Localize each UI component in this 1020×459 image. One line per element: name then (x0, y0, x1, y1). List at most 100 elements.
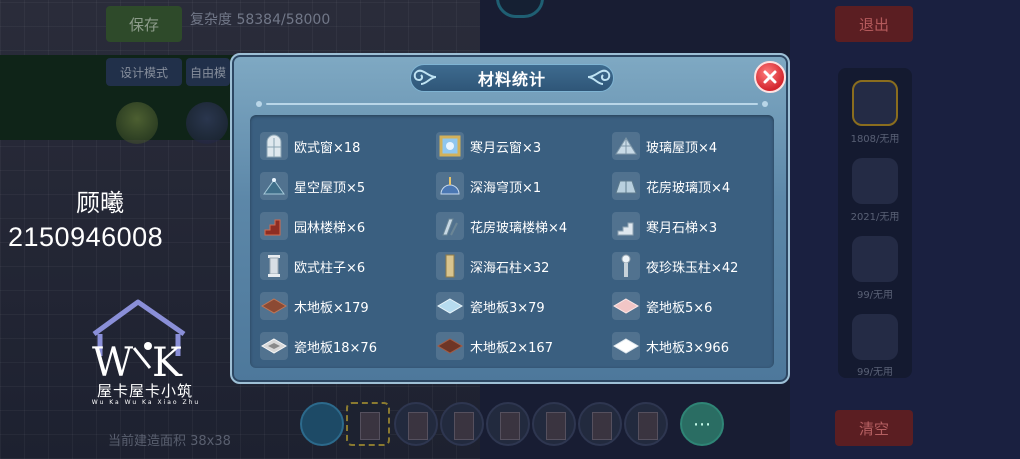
material-item: 园林楼梯×6 (260, 210, 365, 242)
material-label: 木地板3×966 (646, 340, 729, 356)
door-icon (500, 412, 520, 440)
close-button[interactable] (754, 61, 786, 93)
material-item: 木地板2×167 (436, 330, 553, 362)
design-mode-button[interactable]: 设计模式 (106, 58, 182, 86)
complexity-readout: 复杂度 58384/58000 (190, 12, 331, 28)
dome-icon (436, 172, 464, 200)
tile-floor-pink-icon (612, 292, 640, 320)
build-area-text: 当前建造面积 38x38 (108, 434, 231, 449)
material-label: 星空屋顶×5 (294, 180, 366, 196)
door-icon (638, 412, 658, 440)
material-item: 玻璃屋顶×4 (612, 130, 717, 162)
dock-slot[interactable] (852, 236, 898, 282)
material-label: 深海穹顶×1 (470, 180, 542, 196)
day-mode-icon[interactable] (116, 102, 158, 144)
star-roof-icon (260, 172, 288, 200)
material-item: 深海石柱×32 (436, 250, 549, 282)
material-label: 欧式柱子×6 (294, 260, 366, 276)
material-label: 寒月石梯×3 (646, 220, 718, 236)
door-slot[interactable] (440, 402, 484, 446)
exit-button[interactable]: 退出 (835, 6, 913, 42)
stone-stairs-icon (612, 212, 640, 240)
bottom-toolbar: ⋯ (300, 402, 730, 450)
watermark-name: 顾曦 (76, 189, 124, 217)
material-item: 星空屋顶×5 (260, 170, 365, 202)
material-item: 欧式窗×18 (260, 130, 360, 162)
door-slot[interactable] (532, 402, 576, 446)
material-item: 瓷地板18×76 (260, 330, 377, 362)
material-label: 花房玻璃楼梯×4 (470, 220, 568, 236)
material-label: 玻璃屋顶×4 (646, 140, 718, 156)
material-item: 瓷地板5×6 (612, 290, 712, 322)
save-button[interactable]: 保存 (106, 6, 182, 42)
dock-slot[interactable] (852, 158, 898, 204)
greenhouse-roof-icon (612, 172, 640, 200)
scroll-ornament-right-icon (587, 69, 611, 85)
material-item: 木地板×179 (260, 290, 369, 322)
material-label: 木地板×179 (294, 300, 369, 316)
door-slot[interactable] (578, 402, 622, 446)
material-label: 夜珍珠玉柱×42 (646, 260, 739, 276)
free-mode-button[interactable]: 自由模 (186, 58, 230, 86)
close-icon (763, 70, 777, 84)
material-item: 花房玻璃顶×4 (612, 170, 730, 202)
more-button[interactable]: ⋯ (680, 402, 724, 446)
material-label: 深海石柱×32 (470, 260, 550, 276)
pearl-pillar-icon (612, 252, 640, 280)
door-icon (592, 412, 612, 440)
material-label: 瓷地板3×79 (470, 300, 545, 316)
logo-subtext: Wu Ka Wu Ka Xiao Zhu (91, 399, 201, 406)
glass-stairs-icon (436, 212, 464, 240)
eraser-icon[interactable] (300, 402, 344, 446)
white-floor-icon (612, 332, 640, 360)
material-item: 夜珍珠玉柱×42 (612, 250, 738, 282)
clear-button[interactable]: 清空 (835, 410, 913, 446)
door-icon (360, 412, 380, 440)
material-item: 深海穹顶×1 (436, 170, 541, 202)
dock-count: 2021/无用 (850, 212, 900, 223)
material-item: 欧式柱子×6 (260, 250, 365, 282)
door-slot[interactable] (624, 402, 668, 446)
logo-text: 屋卡屋卡小筑 (96, 382, 193, 400)
ornate-window-icon (436, 132, 464, 160)
window-icon (260, 132, 288, 160)
garden-stairs-icon (260, 212, 288, 240)
material-dock: 1808/无用 2021/无用 99/无用 99/无用 (838, 68, 912, 378)
dock-count: 99/无用 (856, 367, 894, 378)
dialog-title: 材料统计 (477, 70, 546, 89)
door-slot-selected[interactable] (346, 402, 390, 446)
material-list: 欧式窗×18 寒月云窗×3 玻璃屋顶×4 星空屋顶×5 深海穹顶×1 花房玻璃顶… (250, 115, 774, 368)
wood-floor-icon (260, 292, 288, 320)
divider-dot (256, 101, 262, 107)
top-knob (496, 0, 544, 18)
material-item: 瓷地板3×79 (436, 290, 545, 322)
column-icon (260, 252, 288, 280)
scroll-ornament-left-icon (413, 69, 437, 85)
dock-count: 99/无用 (856, 290, 894, 301)
tile-floor-pattern-icon (260, 332, 288, 360)
divider-line (266, 103, 758, 105)
material-item: 寒月石梯×3 (612, 210, 717, 242)
material-item: 寒月云窗×3 (436, 130, 541, 162)
material-label: 欧式窗×18 (294, 140, 361, 156)
watermark-id: 2150946008 (8, 222, 164, 252)
door-slot[interactable] (486, 402, 530, 446)
dock-slot[interactable] (852, 80, 898, 126)
material-label: 寒月云窗×3 (470, 140, 542, 156)
material-label: 瓷地板5×6 (646, 300, 713, 316)
title-divider (256, 101, 768, 107)
night-mode-icon[interactable] (186, 102, 228, 144)
door-icon (546, 412, 566, 440)
material-label: 园林楼梯×6 (294, 220, 366, 236)
dock-count: 1808/无用 (850, 134, 900, 145)
pillar-icon (436, 252, 464, 280)
wood-floor-dark-icon (436, 332, 464, 360)
material-label: 花房玻璃顶×4 (646, 180, 731, 196)
material-item: 花房玻璃楼梯×4 (436, 210, 567, 242)
door-slot[interactable] (394, 402, 438, 446)
divider-dot (762, 101, 768, 107)
dock-slot[interactable] (852, 314, 898, 360)
material-item: 木地板3×966 (612, 330, 729, 362)
glass-pyramid-icon (612, 132, 640, 160)
tile-floor-blue-icon (436, 292, 464, 320)
